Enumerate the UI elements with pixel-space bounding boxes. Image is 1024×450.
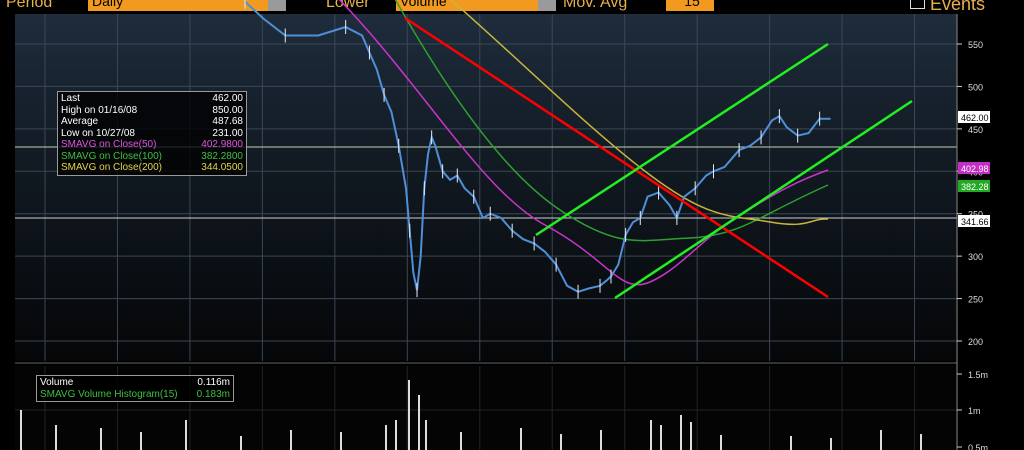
volume-bar [830,438,832,450]
volume-bar [920,434,922,450]
volume-bar [560,434,562,450]
volume-bar [55,425,57,450]
legend-high-value: 850.00 [212,104,243,116]
last-price-marker-label: 462.00 [961,113,989,123]
volume-axis-label: 1.5m [968,370,988,380]
volume-bar [690,422,692,450]
legend-sma50-value: 402.9800 [201,139,243,150]
volume-bar [720,435,722,450]
legend-low-value: 231.00 [212,127,243,139]
legend-high-label: High on 01/16/08 [61,104,138,116]
axis-tick-label: 250 [968,295,983,305]
volume-bar [460,432,462,450]
legend-last-value: 462.00 [212,93,243,104]
legend-sma200-value: 344.0500 [201,162,243,173]
volume-bar [418,395,420,450]
volume-bar [408,380,410,450]
price-legend: Last 462.00 High on 01/16/08 850.00 Averag… [57,91,247,176]
volume-label: Volume [40,377,74,388]
axis-background [957,14,1024,450]
price-panel [15,14,957,361]
volume-bar [600,430,602,450]
price-axis: 5505004504003503002502001.5m1m0.5m [956,14,1024,450]
volume-legend: Volume 0.116m SMAVG Volume Histogram(15) 0… [36,375,234,402]
volume-bar [20,410,22,450]
volume-bar [650,420,652,450]
volume-bar [395,420,397,450]
volume-bar [140,432,142,450]
volume-bar [880,430,882,450]
volume-bar [520,428,522,450]
volume-bar [290,430,292,450]
legend-average-value: 487.68 [212,116,243,127]
volume-value: 0.116m [197,377,230,388]
axis-tick-label: 300 [968,252,983,262]
volume-axis-label: 0.5m [968,443,988,450]
legend-sma100-value: 382.2800 [201,150,243,162]
axis-tick-label: 450 [968,125,983,135]
volume-bar [425,420,427,450]
legend-sma200-label: SMAVG on Close(200) [61,162,162,173]
volume-bar [660,425,662,450]
volume-bar [185,420,187,450]
legend-sma100-label: SMAVG on Close(100) [61,150,162,162]
axis-tick-label: 500 [968,82,983,92]
sma50-marker-label: 402.98 [961,164,989,174]
volume-bar [240,436,242,450]
volume-bar [680,415,682,450]
volume-bar [385,425,387,450]
sma100-marker-label: 382.28 [961,182,989,192]
volume-bar [340,432,342,450]
axis-tick-label: 200 [968,337,983,347]
volume-histogram-value: 0.183m [196,388,230,400]
volume-axis-label: 1m [968,406,981,416]
legend-low-label: Low on 10/27/08 [61,127,135,139]
volume-bar [790,436,792,450]
legend-average-label: Average [61,116,99,127]
volume-histogram-label: SMAVG Volume Histogram(15) [40,388,178,400]
sma200-marker-label: 341.66 [961,217,989,227]
legend-sma50-label: SMAVG on Close(50) [61,139,157,150]
volume-bar [100,428,102,450]
axis-tick-label: 550 [968,40,983,50]
legend-last-label: Last [61,93,80,104]
